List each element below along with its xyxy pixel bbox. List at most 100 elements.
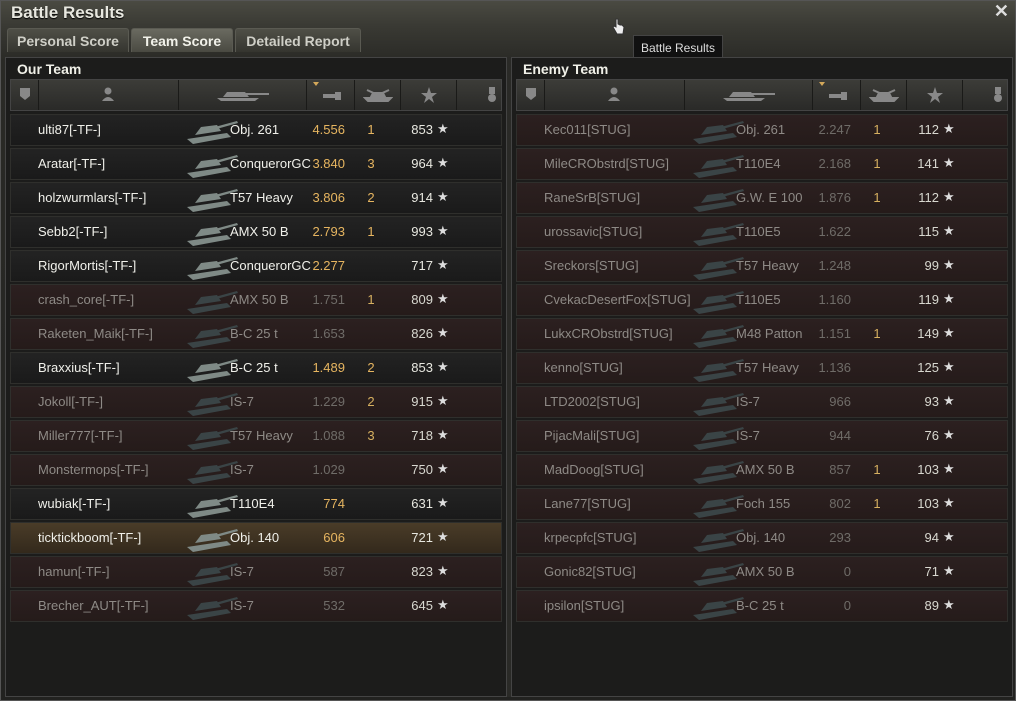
xp-star-icon: ★ — [943, 155, 955, 170]
player-row[interactable]: CvekacDesertFox[STUG] T110E5 1.160 119 ★ — [516, 284, 1008, 316]
col-medal[interactable] — [963, 80, 1009, 110]
col-xp[interactable] — [401, 80, 457, 110]
tab-team-score[interactable]: Team Score — [131, 28, 233, 52]
damage-value: 1.622 — [818, 224, 851, 239]
kills-value: 1 — [873, 326, 881, 341]
kills-value: 2 — [367, 360, 375, 375]
player-name: Braxxius[-TF-] — [38, 360, 120, 375]
xp-star-icon: ★ — [437, 597, 449, 612]
col-tier[interactable] — [517, 80, 545, 110]
tank-name: IS-7 — [736, 394, 760, 409]
xp-value: 112 — [918, 122, 939, 137]
close-icon[interactable]: ✕ — [994, 1, 1009, 22]
player-row[interactable]: MadDoog[STUG] AMX 50 B 857 1 103 ★ — [516, 454, 1008, 486]
xp-star-icon: ★ — [943, 325, 955, 340]
xp-value: 112 — [918, 190, 939, 205]
kills-value: 3 — [367, 156, 375, 171]
player-row[interactable]: krpecpfc[STUG] Obj. 140 293 94 ★ — [516, 522, 1008, 554]
col-tank[interactable] — [179, 80, 307, 110]
tier-badge-icon — [526, 88, 536, 100]
xp-star-icon: ★ — [437, 427, 449, 442]
tank-name: IS-7 — [230, 598, 254, 613]
xp-star-icon: ★ — [437, 393, 449, 408]
col-player[interactable] — [39, 80, 179, 110]
player-row[interactable]: ipsilon[STUG] B-C 25 t 0 89 ★ — [516, 590, 1008, 622]
tank-name: T57 Heavy — [736, 360, 799, 375]
col-kills[interactable] — [861, 80, 907, 110]
player-row[interactable]: Lane77[STUG] Foch 155 802 1 103 ★ — [516, 488, 1008, 520]
col-kills[interactable] — [355, 80, 401, 110]
player-row[interactable]: holzwurmlars[-TF-] T57 Heavy 3.806 2 914 ★ — [10, 182, 502, 214]
player-name: wubiak[-TF-] — [38, 496, 111, 511]
col-player[interactable] — [545, 80, 685, 110]
player-row[interactable]: ulti87[-TF-] Obj. 261 4.556 1 853 ★ — [10, 114, 502, 146]
xp-value: 721 — [411, 530, 433, 545]
player-row[interactable]: hamun[-TF-] IS-7 587 823 ★ — [10, 556, 502, 588]
kills-value: 3 — [367, 428, 375, 443]
player-row[interactable]: Raketen_Maik[-TF-] B-C 25 t 1.653 826 ★ — [10, 318, 502, 350]
xp-star-icon: ★ — [943, 291, 955, 306]
player-row[interactable]: Gonic82[STUG] AMX 50 B 0 71 ★ — [516, 556, 1008, 588]
col-damage[interactable] — [307, 80, 355, 110]
our-team-panel: Our Team ulti87[-TF-] Obj. 261 4.556 1 8… — [5, 57, 507, 697]
damage-value: 0 — [843, 598, 851, 613]
player-row[interactable]: RaneSrB[STUG] G.W. E 100 1.876 1 112 ★ — [516, 182, 1008, 214]
player-name: RaneSrB[STUG] — [544, 190, 641, 205]
col-tank[interactable] — [685, 80, 813, 110]
col-tier[interactable] — [11, 80, 39, 110]
xp-star-icon: ★ — [943, 359, 955, 374]
xp-star-icon: ★ — [437, 563, 449, 578]
player-row[interactable]: kenno[STUG] T57 Heavy 1.136 125 ★ — [516, 352, 1008, 384]
damage-value: 3.806 — [312, 190, 345, 205]
damage-value: 532 — [323, 598, 345, 613]
col-xp[interactable] — [907, 80, 963, 110]
player-row[interactable]: ticktickboom[-TF-] Obj. 140 606 721 ★ — [10, 522, 502, 554]
player-name: Raketen_Maik[-TF-] — [38, 326, 153, 341]
player-name: Gonic82[STUG] — [544, 564, 636, 579]
player-name: PijacMali[STUG] — [544, 428, 640, 443]
xp-star-icon: ★ — [437, 359, 449, 374]
player-row[interactable]: Kec011[STUG] Obj. 261 2.247 1 112 ★ — [516, 114, 1008, 146]
player-row[interactable]: Aratar[-TF-] ConquerorGC 3.840 3 964 ★ — [10, 148, 502, 180]
xp-value: 89 — [924, 598, 939, 613]
battle-results-window: Battle Results ✕ Personal Score Team Sco… — [0, 0, 1016, 701]
player-row[interactable]: crash_core[-TF-] AMX 50 B 1.751 1 809 ★ — [10, 284, 502, 316]
tank-name: AMX 50 B — [230, 292, 289, 307]
tank-name: T57 Heavy — [736, 258, 799, 273]
player-row[interactable]: Jokoll[-TF-] IS-7 1.229 2 915 ★ — [10, 386, 502, 418]
player-row[interactable]: Sebb2[-TF-] AMX 50 B 2.793 1 993 ★ — [10, 216, 502, 248]
player-row[interactable]: PijacMali[STUG] IS-7 944 76 ★ — [516, 420, 1008, 452]
tank-name: Obj. 140 — [736, 530, 786, 545]
player-name: Lane77[STUG] — [544, 496, 631, 511]
player-row[interactable]: Monstermops[-TF-] IS-7 1.029 750 ★ — [10, 454, 502, 486]
kills-value: 1 — [873, 122, 881, 137]
player-row[interactable]: wubiak[-TF-] T110E4 774 631 ★ — [10, 488, 502, 520]
player-row[interactable]: urossavic[STUG] T110E5 1.622 115 ★ — [516, 216, 1008, 248]
player-row[interactable]: MileCRObstrd[STUG] T110E4 2.168 1 141 ★ — [516, 148, 1008, 180]
tab-detailed-report[interactable]: Detailed Report — [235, 28, 361, 52]
tab-personal-score[interactable]: Personal Score — [7, 28, 129, 52]
xp-value: 823 — [411, 564, 433, 579]
col-damage[interactable] — [813, 80, 861, 110]
tank-name: T110E4 — [736, 156, 781, 171]
tank-name: T110E5 — [736, 292, 781, 307]
player-name: ipsilon[STUG] — [544, 598, 625, 613]
player-name: Brecher_AUT[-TF-] — [38, 598, 149, 613]
kills-icon — [363, 89, 393, 102]
xp-value: 809 — [411, 292, 433, 307]
player-row[interactable]: LukxCRObstrd[STUG] M48 Patton 1.151 1 149 ★ — [516, 318, 1008, 350]
player-row[interactable]: Sreckors[STUG] T57 Heavy 1.248 99 ★ — [516, 250, 1008, 282]
player-row[interactable]: Brecher_AUT[-TF-] IS-7 532 645 ★ — [10, 590, 502, 622]
our-team-list: ulti87[-TF-] Obj. 261 4.556 1 853 ★ Aratar[-TF… — [10, 114, 502, 624]
xp-value: 993 — [411, 224, 433, 239]
player-row[interactable]: LTD2002[STUG] IS-7 966 93 ★ — [516, 386, 1008, 418]
player-row[interactable]: Miller777[-TF-] T57 Heavy 1.088 3 718 ★ — [10, 420, 502, 452]
damage-value: 1.876 — [818, 190, 851, 205]
medal-icon — [488, 87, 496, 102]
xp-star-icon: ★ — [437, 495, 449, 510]
player-row[interactable]: RigorMortis[-TF-] ConquerorGC 2.277 717 ★ — [10, 250, 502, 282]
tank-name: B-C 25 t — [736, 598, 784, 613]
col-medal[interactable] — [457, 80, 503, 110]
damage-value: 1.248 — [818, 258, 851, 273]
player-row[interactable]: Braxxius[-TF-] B-C 25 t 1.489 2 853 ★ — [10, 352, 502, 384]
